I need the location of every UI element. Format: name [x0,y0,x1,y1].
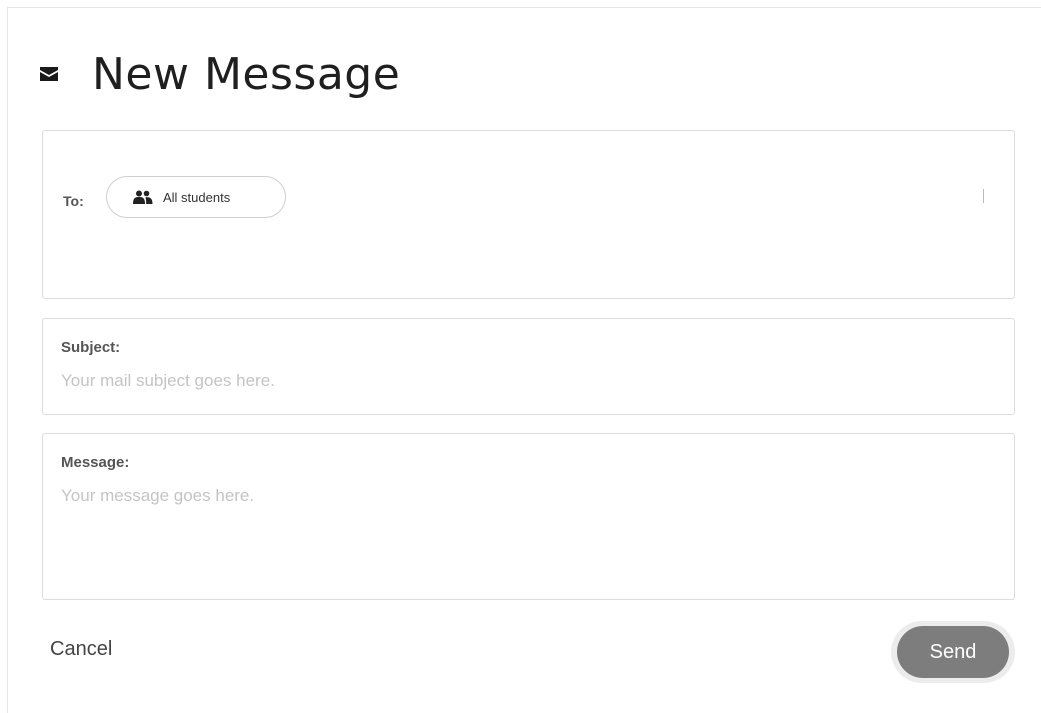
recipient-label: All students [163,189,231,205]
to-label: To: [63,193,84,209]
text-cursor [983,189,984,203]
message-textarea[interactable] [61,486,991,581]
message-field: Message: [42,433,1015,600]
subject-input[interactable] [61,371,991,391]
envelope-icon [40,67,58,81]
subject-field: Subject: [42,318,1015,415]
page-title: New Message [92,48,401,100]
send-button[interactable]: Send [897,626,1009,678]
recipient-chip[interactable]: All students [106,176,286,218]
message-label: Message: [61,454,130,471]
page-header: New Message [40,44,400,104]
send-button-halo: Send [891,621,1015,683]
users-icon [133,190,153,204]
recipients-field[interactable]: To: All students [42,130,1015,299]
subject-label: Subject: [61,339,121,356]
cancel-button[interactable]: Cancel [50,638,112,661]
